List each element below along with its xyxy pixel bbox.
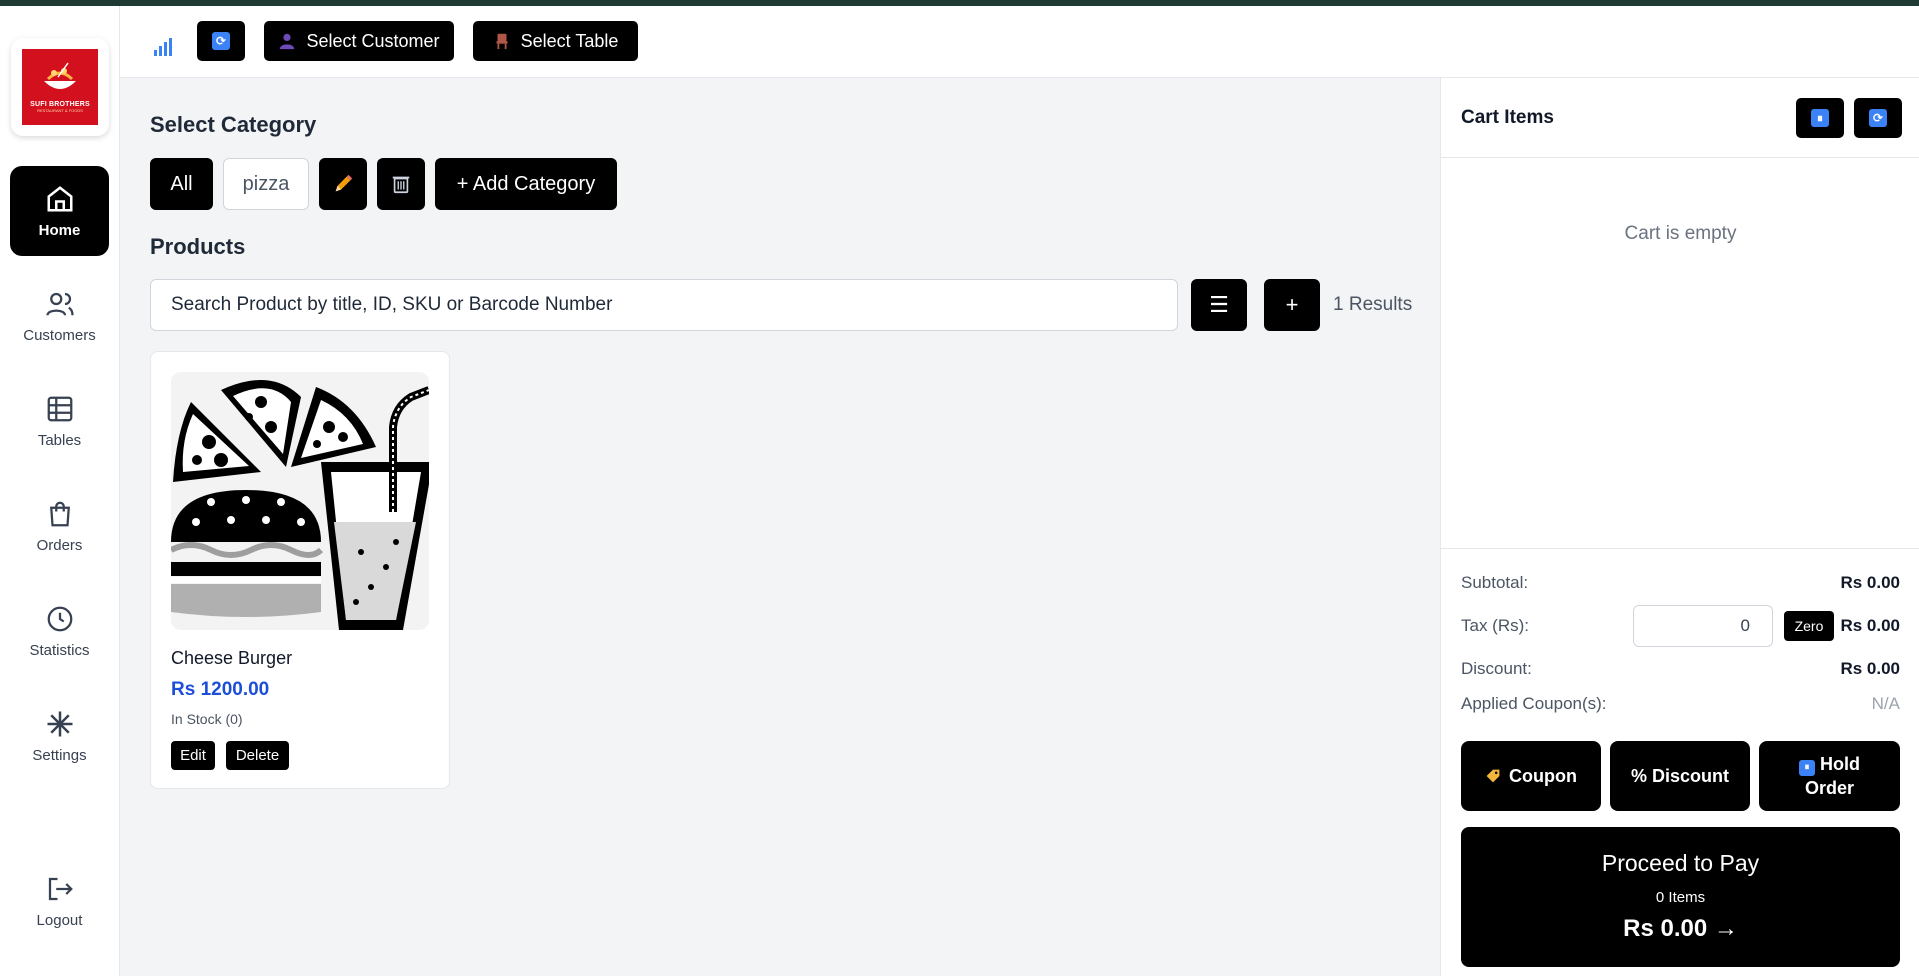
sidebar-item-home[interactable]: Home [10, 166, 109, 256]
logout-icon [48, 877, 73, 900]
pay-title: Proceed to Pay [1601, 850, 1760, 876]
applied-coupon-value: N/A [1871, 694, 1900, 713]
burger-pizza-drink-icon [171, 380, 429, 630]
category-chip-pizza[interactable]: pizza [223, 158, 309, 210]
sidebar: SUFI BROTHERS RESTAURANT & FOODS Home Cu… [0, 6, 120, 976]
applied-coupon-label: Applied Coupon(s): [1461, 694, 1607, 713]
product-price: Rs 1200.00 [171, 679, 270, 700]
food-bowl-icon [44, 62, 76, 89]
tag-icon [1486, 769, 1500, 783]
delete-category-button[interactable] [377, 158, 425, 210]
sidebar-item-label: Customers [23, 326, 96, 344]
category-chip-all[interactable]: All [150, 158, 213, 210]
product-name: Cheese Burger [171, 648, 293, 668]
edit-product-button[interactable]: Edit [171, 741, 215, 770]
refresh-button[interactable]: ⟳ [197, 21, 245, 61]
shopping-bag-icon [49, 501, 70, 526]
signal-bars-icon[interactable] [150, 30, 176, 56]
results-count: 1 Results [1333, 294, 1413, 315]
logo-badge: SUFI BROTHERS RESTAURANT & FOODS [22, 49, 98, 125]
list-view-button[interactable]: ☰ [1191, 279, 1247, 331]
select-table-label: Select Table [520, 30, 619, 51]
sidebar-item-label: Statistics [29, 641, 90, 659]
pause-icon: ⏸ [1798, 760, 1815, 776]
edit-category-button[interactable] [319, 158, 367, 210]
app-logo[interactable]: SUFI BROTHERS RESTAURANT & FOODS [11, 38, 109, 136]
discount-label: Discount: [1461, 659, 1532, 678]
tax-value: Rs 0.00 [1840, 616, 1900, 635]
coupon-button[interactable]: Coupon [1461, 741, 1601, 811]
person-icon [280, 33, 295, 50]
proceed-to-pay-button[interactable]: Proceed to Pay 0 Items Rs 0.00 → [1461, 827, 1900, 967]
cart-header: Cart Items ⏸ ⟳ [1441, 78, 1919, 158]
zero-tax-button[interactable]: Zero [1784, 611, 1834, 641]
sidebar-item-orders[interactable]: Orders [10, 481, 109, 571]
product-stock: In Stock (0) [171, 711, 243, 727]
settings-asterisk-icon [47, 711, 72, 736]
sidebar-item-label: Home [38, 221, 81, 239]
sidebar-item-label: Settings [32, 746, 87, 764]
cart-empty-message: Cart is empty [1624, 223, 1737, 244]
top-header: ⟳ Select Customer Select Table [120, 6, 1919, 78]
logo-text: SUFI BROTHERS [30, 101, 90, 108]
pencil-icon [335, 174, 353, 192]
subtotal-label: Subtotal: [1461, 573, 1529, 592]
sidebar-item-label: Logout [36, 911, 83, 929]
tax-label: Tax (Rs): [1461, 616, 1529, 635]
add-product-button[interactable]: + [1264, 279, 1320, 331]
sidebar-item-label: Tables [37, 431, 82, 449]
product-image [171, 372, 429, 630]
coupon-label: Coupon [1509, 766, 1577, 786]
logo-subtext: RESTAURANT & FOODS [37, 108, 83, 113]
users-icon [45, 292, 74, 316]
cart-panel: Cart Items ⏸ ⟳ Cart is empty Subtotal: R… [1440, 78, 1919, 976]
add-category-button[interactable]: + Add Category [435, 158, 617, 210]
main-content: Select Category All pizza + Add Category… [120, 78, 1440, 976]
chair-icon [496, 33, 508, 50]
sidebar-item-customers[interactable]: Customers [10, 271, 109, 361]
category-section-title: Select Category [150, 112, 317, 137]
sidebar-item-settings[interactable]: Settings [10, 691, 109, 781]
sidebar-item-logout[interactable]: Logout [10, 856, 109, 946]
cart-title: Cart Items [1461, 107, 1554, 128]
trash-icon [392, 176, 410, 194]
pause-icon: ⏸ [1811, 109, 1829, 127]
clock-icon [47, 606, 72, 631]
refresh-icon: ⟳ [212, 32, 230, 50]
hold-order-button[interactable]: ⏸ Hold Order [1759, 741, 1900, 811]
home-icon [47, 185, 72, 211]
products-section-title: Products [150, 234, 246, 259]
product-search-input[interactable]: Search Product by title, ID, SKU or Barc… [150, 279, 1178, 331]
discount-button[interactable]: % Discount [1610, 741, 1750, 811]
sidebar-item-tables[interactable]: Tables [10, 376, 109, 466]
product-card[interactable]: Cheese Burger Rs 1200.00 In Stock (0) Ed… [150, 351, 450, 789]
pause-cart-button[interactable]: ⏸ [1796, 98, 1844, 138]
select-customer-button[interactable]: Select Customer [264, 21, 454, 61]
pay-total: Rs 0.00 → [1623, 915, 1738, 942]
subtotal-value: Rs 0.00 [1840, 573, 1900, 592]
refresh-icon: ⟳ [1869, 109, 1887, 127]
tax-input[interactable]: 0 [1633, 605, 1773, 647]
select-customer-label: Select Customer [306, 30, 440, 51]
table-grid-icon [47, 396, 72, 421]
refresh-cart-button[interactable]: ⟳ [1854, 98, 1902, 138]
sidebar-item-statistics[interactable]: Statistics [10, 586, 109, 676]
discount-value: Rs 0.00 [1840, 659, 1900, 678]
cart-summary: Subtotal: Rs 0.00 Tax (Rs): 0 Zero Rs 0.… [1441, 548, 1919, 976]
pay-item-count: 0 Items [1655, 889, 1706, 906]
select-table-button[interactable]: Select Table [473, 21, 638, 61]
sidebar-item-label: Orders [36, 536, 83, 554]
delete-product-button[interactable]: Delete [226, 741, 289, 770]
